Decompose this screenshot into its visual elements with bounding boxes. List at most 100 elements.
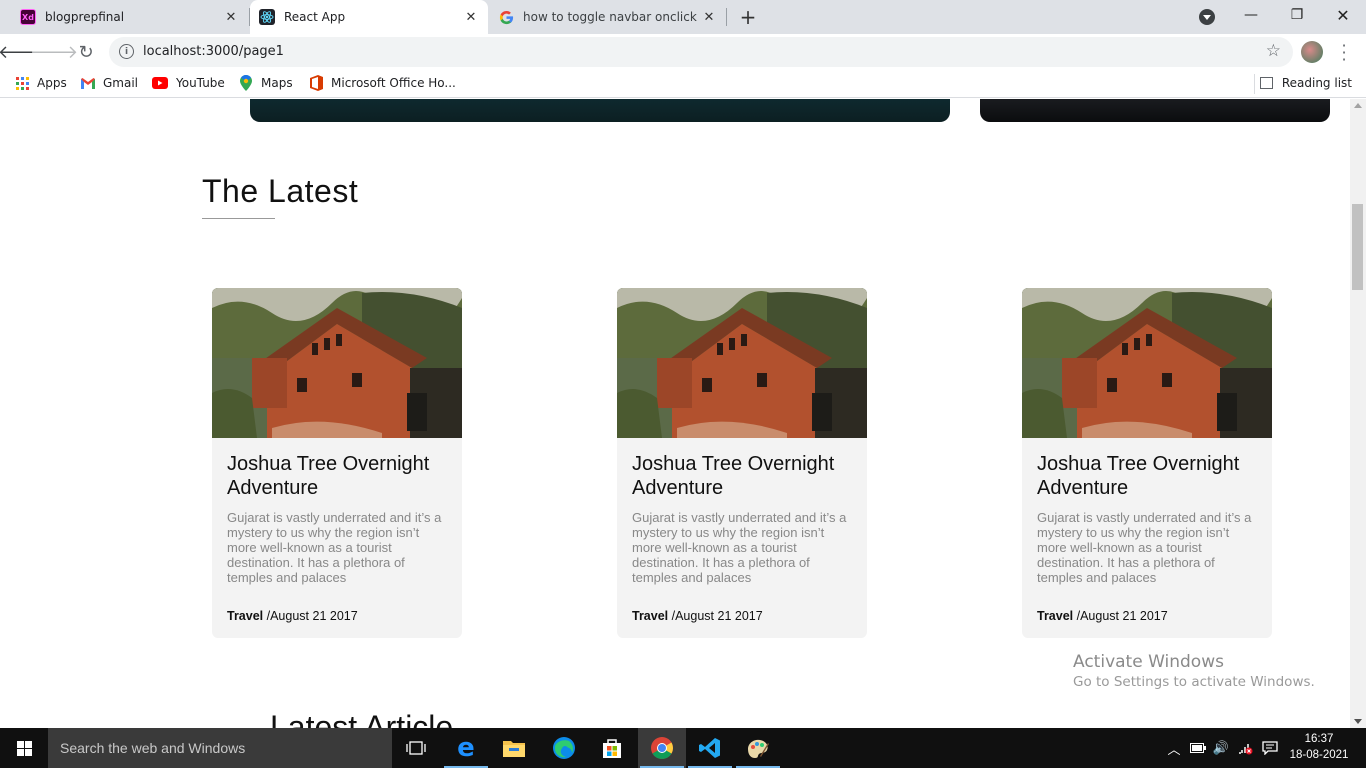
tab-google-search[interactable]: how to toggle navbar onclick in r ✕ bbox=[488, 0, 726, 34]
taskbar-clock[interactable]: 16:37 18-08-2021 bbox=[1284, 731, 1354, 763]
edge-legacy-icon[interactable]: e bbox=[442, 728, 490, 768]
card-date: /August 21 2017 bbox=[671, 609, 763, 623]
browser-toolbar: 🡐 🡒 ↻ i localhost:3000/page1 ☆ · · · bbox=[0, 34, 1366, 70]
bookmark-maps[interactable]: Maps bbox=[239, 75, 293, 91]
card-category[interactable]: Travel bbox=[227, 609, 263, 623]
featured-post-image[interactable] bbox=[250, 99, 950, 122]
chrome-icon[interactable] bbox=[638, 728, 686, 768]
card-title[interactable]: Joshua Tree Overnight Adventure bbox=[227, 452, 452, 500]
vscode-icon[interactable] bbox=[686, 728, 734, 768]
vertical-scrollbar[interactable] bbox=[1350, 99, 1366, 728]
reload-icon[interactable]: ↻ bbox=[73, 39, 99, 65]
page-viewport: The Latest Joshua Tree Overnight Adventu… bbox=[0, 99, 1350, 728]
forward-arrow-icon[interactable]: 🡒 bbox=[30, 39, 78, 65]
card-description: Gujarat is vastly underrated and it’s a … bbox=[227, 510, 442, 585]
windows-logo-icon bbox=[16, 740, 32, 756]
microsoft-store-icon[interactable] bbox=[588, 728, 636, 768]
activate-windows-watermark: Activate Windows Go to Settings to activ… bbox=[1073, 652, 1315, 690]
reading-list-icon bbox=[1259, 77, 1273, 89]
card-title[interactable]: Joshua Tree Overnight Adventure bbox=[1037, 452, 1262, 500]
section-title: The Latest bbox=[202, 173, 359, 209]
xd-icon: Xd bbox=[20, 9, 36, 25]
scrollbar-thumb[interactable] bbox=[1352, 204, 1363, 290]
blog-card[interactable]: Joshua Tree Overnight Adventure Gujarat … bbox=[212, 288, 462, 638]
bookmark-label: Maps bbox=[261, 76, 293, 90]
bookmarks-bar: Apps Gmail YouTube Maps Microsoft Office… bbox=[0, 70, 1366, 98]
card-category[interactable]: Travel bbox=[632, 609, 668, 623]
reading-list-button[interactable]: Reading list bbox=[1259, 76, 1352, 90]
close-tab-icon[interactable]: ✕ bbox=[222, 8, 240, 26]
bookmark-label: Apps bbox=[37, 76, 67, 90]
tab-blogprepfinal[interactable]: Xd blogprepfinal ✕ bbox=[0, 0, 248, 34]
bookmark-star-icon[interactable]: ☆ bbox=[1266, 41, 1281, 61]
reading-list-label: Reading list bbox=[1281, 76, 1352, 90]
network-disconnected-icon[interactable] bbox=[1235, 728, 1255, 768]
tab-divider bbox=[726, 8, 727, 26]
tab-react-app[interactable]: React App ✕ bbox=[250, 0, 488, 34]
bookmark-office[interactable]: Microsoft Office Ho... bbox=[309, 75, 456, 91]
battery-icon[interactable] bbox=[1188, 728, 1208, 768]
tab-title: how to toggle navbar onclick in r bbox=[523, 10, 700, 24]
bookmarks-divider bbox=[1254, 74, 1255, 94]
task-view-icon[interactable] bbox=[392, 728, 440, 768]
card-image bbox=[617, 288, 867, 438]
watermark-subtitle: Go to Settings to activate Windows. bbox=[1073, 674, 1315, 690]
watermark-title: Activate Windows bbox=[1073, 652, 1224, 672]
scroll-up-arrow-icon[interactable] bbox=[1354, 103, 1362, 108]
profile-avatar[interactable] bbox=[1301, 41, 1323, 63]
bookmark-youtube[interactable]: YouTube bbox=[152, 76, 225, 90]
bookmark-gmail[interactable]: Gmail bbox=[81, 76, 138, 90]
card-meta: Travel /August 21 2017 bbox=[227, 609, 358, 623]
bookmark-apps[interactable]: Apps bbox=[15, 76, 67, 90]
site-info-icon[interactable]: i bbox=[119, 44, 134, 59]
address-bar[interactable]: i localhost:3000/page1 ☆ bbox=[109, 37, 1293, 67]
clock-time: 16:37 bbox=[1304, 733, 1334, 745]
windows-taskbar: Search the web and Windows e ︿ 🔊 16:37 1… bbox=[0, 728, 1366, 768]
close-tab-icon[interactable]: ✕ bbox=[462, 8, 480, 26]
card-title[interactable]: Joshua Tree Overnight Adventure bbox=[632, 452, 857, 500]
volume-icon[interactable]: 🔊 bbox=[1211, 728, 1231, 768]
bookmark-label: Microsoft Office Ho... bbox=[331, 76, 456, 90]
card-meta: Travel /August 21 2017 bbox=[1037, 609, 1168, 623]
card-date: /August 21 2017 bbox=[1076, 609, 1168, 623]
card-image bbox=[212, 288, 462, 438]
card-category[interactable]: Travel bbox=[1037, 609, 1073, 623]
tab-strip: Xd blogprepfinal ✕ React App ✕ how to to… bbox=[0, 0, 1366, 34]
gmail-icon bbox=[81, 76, 95, 90]
tab-search-icon[interactable] bbox=[1199, 9, 1215, 25]
blog-card[interactable]: Joshua Tree Overnight Adventure Gujarat … bbox=[1022, 288, 1272, 638]
start-button[interactable] bbox=[0, 728, 48, 768]
menu-kebab-icon[interactable]: · · · bbox=[1337, 38, 1351, 68]
card-description: Gujarat is vastly underrated and it’s a … bbox=[1037, 510, 1252, 585]
card-date: /August 21 2017 bbox=[266, 609, 358, 623]
youtube-icon bbox=[152, 76, 168, 90]
restore-button[interactable]: ❐ bbox=[1274, 0, 1320, 30]
tab-title: blogprepfinal bbox=[45, 10, 125, 24]
paint-icon[interactable] bbox=[734, 728, 782, 768]
bookmark-label: YouTube bbox=[176, 76, 225, 90]
new-tab-button[interactable]: + bbox=[736, 5, 760, 29]
clock-date: 18-08-2021 bbox=[1289, 749, 1349, 761]
featured-post-image-secondary[interactable] bbox=[980, 99, 1330, 122]
scroll-down-arrow-icon[interactable] bbox=[1354, 719, 1362, 724]
google-icon bbox=[498, 9, 514, 25]
show-hidden-icons-chevron-icon[interactable]: ︿ bbox=[1165, 728, 1183, 768]
address-url[interactable]: localhost:3000/page1 bbox=[143, 44, 284, 59]
minimize-button[interactable]: — bbox=[1228, 0, 1274, 30]
action-center-icon[interactable] bbox=[1259, 728, 1281, 768]
apps-grid-icon bbox=[15, 76, 29, 90]
close-window-button[interactable]: ✕ bbox=[1320, 0, 1366, 30]
card-meta: Travel /August 21 2017 bbox=[632, 609, 763, 623]
close-tab-icon[interactable]: ✕ bbox=[700, 8, 718, 26]
react-icon bbox=[259, 9, 275, 25]
section-underline bbox=[202, 218, 275, 219]
card-description: Gujarat is vastly underrated and it’s a … bbox=[632, 510, 847, 585]
taskbar-search-box[interactable]: Search the web and Windows bbox=[48, 728, 392, 768]
card-image bbox=[1022, 288, 1272, 438]
blog-card[interactable]: Joshua Tree Overnight Adventure Gujarat … bbox=[617, 288, 867, 638]
tab-title: React App bbox=[284, 10, 346, 24]
edge-icon[interactable] bbox=[540, 728, 588, 768]
file-explorer-icon[interactable] bbox=[490, 728, 538, 768]
section-title-latest-article: Latest Article bbox=[270, 709, 454, 728]
bookmark-label: Gmail bbox=[103, 76, 139, 90]
